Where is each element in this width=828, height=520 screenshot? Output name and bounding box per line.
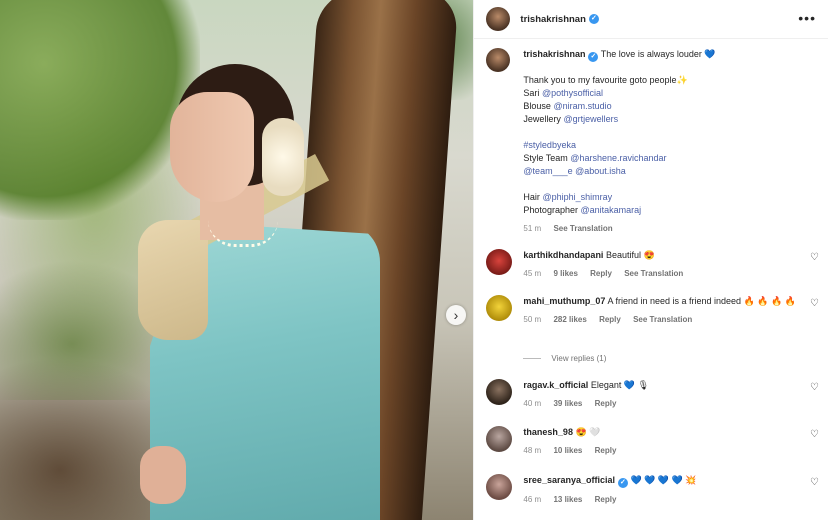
- post-header: trishakrishnan ✓ •••: [474, 0, 828, 39]
- comment-text: Beautiful: [605, 250, 641, 260]
- comment-item: thanesh_98 😍 🤍 48 m 10 likes Reply ♡: [486, 426, 820, 457]
- avatar[interactable]: [486, 295, 513, 321]
- comment-emoji: 😍: [643, 250, 655, 260]
- mention-link[interactable]: @about.isha: [575, 166, 626, 176]
- post-caption: trishakrishnan ✓ The love is always loude…: [486, 48, 818, 235]
- comment-emoji: 💙 💙 💙 💙 💥: [630, 475, 697, 485]
- verified-icon: ✓: [588, 14, 599, 24]
- post-side-panel: trishakrishnan ✓ ••• trishakrishnan ✓ The…: [473, 0, 828, 520]
- comment-text: A friend in need is a friend indeed: [607, 296, 742, 306]
- likes-count[interactable]: 282 likes: [553, 315, 586, 324]
- comment-item: sree_saranya_official ✓ 💙 💙 💙 💙 💥 46 m 13…: [486, 474, 820, 506]
- comment-item: karthikdhandapani Beautiful 😍 45 m 9 lik…: [486, 249, 820, 280]
- comment-item: ragav.k_official Elegant 💙 🎙 40 m 39 lik…: [486, 379, 820, 410]
- sparkles-emoji: ✨: [676, 75, 688, 85]
- comment-username[interactable]: ragav.k_official: [523, 380, 588, 390]
- mention-link[interactable]: @niram.studio: [553, 101, 611, 111]
- reply-button[interactable]: Reply: [595, 495, 617, 504]
- avatar[interactable]: [486, 379, 513, 405]
- reply-button[interactable]: Reply: [595, 446, 617, 455]
- verified-icon: ✓: [617, 478, 628, 488]
- caption-username[interactable]: trishakrishnan: [523, 49, 585, 59]
- comments-thread[interactable]: trishakrishnan ✓ The love is always loude…: [474, 39, 828, 520]
- caption-thanks: Thank you to my favourite goto people: [523, 75, 677, 85]
- comment-emoji: 💙 🎙: [623, 380, 649, 390]
- mention-link[interactable]: @phiphi_shimray: [542, 192, 612, 202]
- mention-link[interactable]: @team___e: [523, 166, 572, 176]
- next-photo-button[interactable]: ›: [446, 305, 466, 325]
- see-translation-link[interactable]: See Translation: [624, 269, 683, 278]
- see-translation-link[interactable]: See Translation: [553, 224, 612, 233]
- likes-count[interactable]: 13 likes: [553, 495, 582, 504]
- avatar[interactable]: [486, 426, 513, 452]
- like-heart-icon[interactable]: ♡: [810, 383, 820, 393]
- mention-link[interactable]: @grtjewellers: [563, 114, 618, 124]
- see-translation-link[interactable]: See Translation: [633, 315, 692, 324]
- comment-emoji: 😍 🤍: [575, 427, 601, 437]
- likes-count[interactable]: 9 likes: [553, 269, 577, 278]
- reply-button[interactable]: Reply: [599, 315, 621, 324]
- comment-time: 45 m: [523, 269, 542, 278]
- like-heart-icon[interactable]: ♡: [810, 478, 820, 488]
- caption-text: The love is always louder: [600, 49, 702, 59]
- post-photo: ›: [0, 0, 474, 520]
- avatar[interactable]: [486, 48, 511, 72]
- like-heart-icon[interactable]: ♡: [810, 253, 820, 263]
- mention-link[interactable]: @harshene.ravichandar: [570, 153, 666, 163]
- reply-button[interactable]: Reply: [595, 399, 617, 408]
- avatar[interactable]: [486, 474, 513, 500]
- comment-time: 46 m: [523, 495, 542, 504]
- avatar[interactable]: [486, 7, 511, 31]
- caption-time: 51 m: [523, 224, 542, 233]
- comment-text: Elegant: [590, 380, 622, 390]
- mention-link[interactable]: @pothysofficial: [542, 88, 603, 98]
- comment-username[interactable]: sree_saranya_official: [523, 475, 615, 485]
- like-heart-icon[interactable]: ♡: [810, 430, 820, 440]
- post-username[interactable]: trishakrishnan: [520, 14, 585, 25]
- verified-icon: ✓: [588, 52, 599, 62]
- comment-item: mahi_muthump_07 A friend in need is a fr…: [486, 295, 820, 326]
- comment-time: 50 m: [523, 315, 542, 324]
- view-replies-button[interactable]: View replies (1): [523, 354, 606, 363]
- comment-time: 48 m: [523, 446, 542, 455]
- mention-link[interactable]: @anitakamaraj: [580, 205, 641, 215]
- likes-count[interactable]: 10 likes: [553, 446, 582, 455]
- more-options-icon[interactable]: •••: [798, 10, 816, 26]
- blue-heart-emoji: 💙: [704, 49, 716, 59]
- comment-time: 40 m: [523, 399, 542, 408]
- comment-username[interactable]: mahi_muthump_07: [523, 296, 605, 306]
- reply-button[interactable]: Reply: [590, 269, 612, 278]
- comment-username[interactable]: thanesh_98: [523, 427, 573, 437]
- like-heart-icon[interactable]: ♡: [810, 299, 820, 309]
- comment-username[interactable]: karthikdhandapani: [523, 250, 603, 260]
- likes-count[interactable]: 39 likes: [553, 399, 582, 408]
- comment-emoji: 🔥 🔥 🔥 🔥: [743, 296, 796, 306]
- instagram-post-view: › trishakrishnan ✓ ••• trishakrishnan ✓ T…: [0, 0, 828, 520]
- chevron-right-icon: ›: [453, 307, 459, 323]
- hashtag-link[interactable]: #styledbyeka: [523, 140, 576, 150]
- avatar[interactable]: [486, 249, 513, 275]
